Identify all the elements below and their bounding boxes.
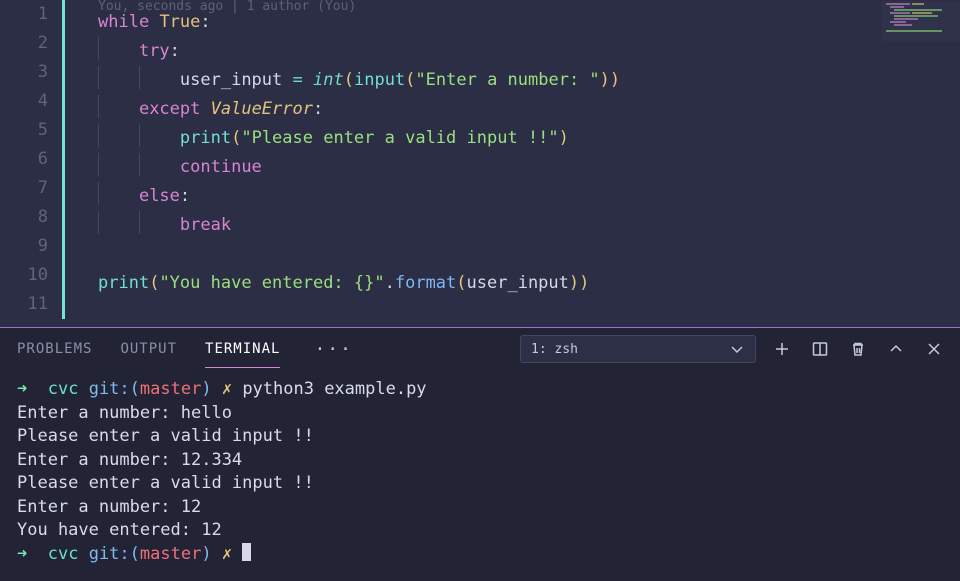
line-number: 5: [0, 116, 58, 145]
line-number: 3: [0, 58, 58, 87]
tab-output[interactable]: OUTPUT: [120, 341, 177, 357]
line-number: 4: [0, 87, 58, 116]
panel-tabbar: PROBLEMS OUTPUT TERMINAL ··· 1: zsh: [0, 328, 960, 370]
chevron-down-icon: [729, 341, 745, 357]
tab-problems[interactable]: PROBLEMS: [17, 341, 92, 357]
bottom-panel: PROBLEMS OUTPUT TERMINAL ··· 1: zsh ➜ cv…: [0, 328, 960, 581]
terminal-selector-label: 1: zsh: [531, 342, 578, 357]
line-number: 2: [0, 29, 58, 58]
line-number: 7: [0, 174, 58, 203]
line-number: 10: [0, 261, 58, 290]
line-number: 9: [0, 232, 58, 261]
line-number: 6: [0, 145, 58, 174]
terminal-output[interactable]: ➜ cvc git:(master) ✗ python3 example.py …: [0, 370, 960, 566]
chevron-up-icon[interactable]: [888, 341, 904, 357]
code-content[interactable]: while True: try: user_input = int(input(…: [98, 8, 620, 298]
line-number: 11: [0, 290, 58, 319]
line-number-gutter: 1 2 3 4 5 6 7 8 9 10 11: [0, 0, 58, 319]
plus-icon[interactable]: [774, 341, 790, 357]
terminal-line: Please enter a valid input !!: [17, 472, 943, 496]
terminal-line: Enter a number: hello: [17, 402, 943, 426]
tab-terminal[interactable]: TERMINAL: [205, 341, 280, 357]
close-icon[interactable]: [926, 341, 942, 357]
trash-icon[interactable]: [850, 341, 866, 357]
terminal-line: Please enter a valid input !!: [17, 425, 943, 449]
terminal-line: You have entered: 12: [17, 519, 943, 543]
line-number: 1: [0, 0, 58, 29]
terminal-selector-dropdown[interactable]: 1: zsh: [520, 335, 756, 363]
line-number: 8: [0, 203, 58, 232]
minimap[interactable]: [882, 1, 960, 41]
split-panel-icon[interactable]: [812, 341, 828, 357]
git-change-indicator: [62, 0, 65, 319]
terminal-line: Enter a number: 12.334: [17, 449, 943, 473]
terminal-line: Enter a number: 12: [17, 496, 943, 520]
terminal-cursor: [242, 543, 251, 561]
tab-more[interactable]: ···: [314, 339, 353, 360]
code-editor[interactable]: 1 2 3 4 5 6 7 8 9 10 11 You, seconds ago…: [0, 0, 960, 327]
